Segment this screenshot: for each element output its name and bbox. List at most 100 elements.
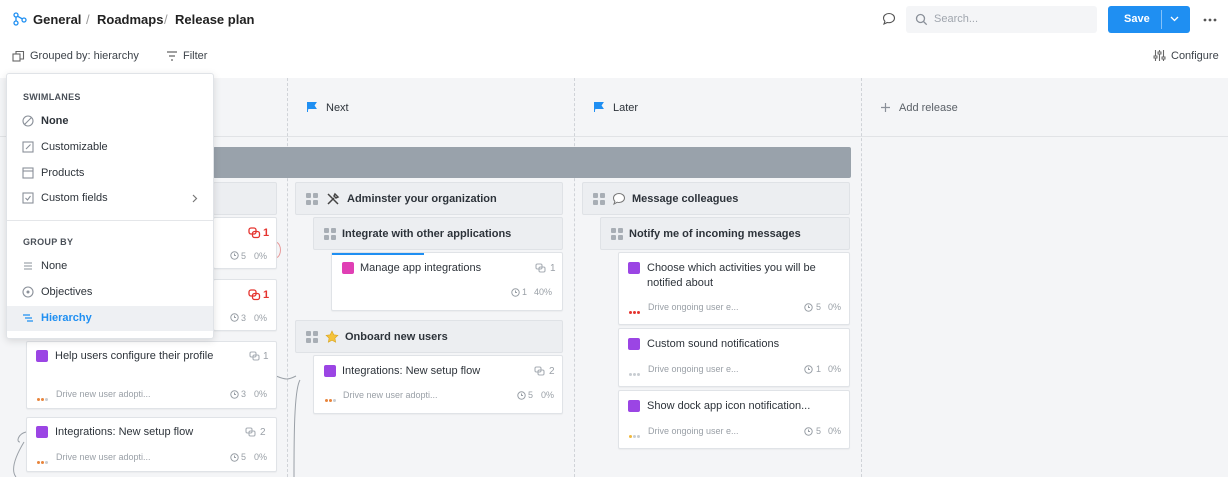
clock-icon bbox=[511, 288, 520, 297]
swimlane-option-custom-fields[interactable]: Custom fields bbox=[7, 186, 213, 211]
more-options-icon[interactable] bbox=[1203, 18, 1217, 22]
time-estimate: 3 bbox=[241, 389, 247, 399]
comment-icon[interactable] bbox=[882, 12, 896, 26]
progress-percent: 0% bbox=[254, 313, 268, 323]
progress-percent: 0% bbox=[828, 364, 842, 374]
option-label: None bbox=[41, 115, 69, 127]
swimlanes-header: SWIMLANES bbox=[23, 92, 81, 102]
search-placeholder: Search... bbox=[934, 13, 979, 25]
feature-title: Message colleagues bbox=[632, 193, 739, 205]
clock-icon bbox=[230, 453, 239, 462]
drag-handle-icon[interactable] bbox=[593, 193, 605, 205]
time-estimate: 3 bbox=[241, 313, 247, 323]
groupby-option-objectives[interactable]: Objectives bbox=[7, 280, 213, 305]
feature-color-swatch bbox=[342, 262, 354, 274]
comment-count: 1 bbox=[550, 263, 556, 274]
flag-icon bbox=[306, 101, 318, 113]
feature-row[interactable]: Adminster your organization bbox=[295, 182, 563, 215]
feature-row[interactable] bbox=[213, 182, 277, 215]
add-release-button[interactable]: Add release bbox=[861, 78, 1228, 137]
objective-label: Drive new user adopti... bbox=[343, 390, 438, 400]
column-title: Later bbox=[613, 102, 639, 114]
column-header-later[interactable]: Later bbox=[574, 78, 861, 137]
feature-card[interactable]: Help users configure their profile 1 Dri… bbox=[26, 341, 277, 409]
flag-icon bbox=[593, 101, 605, 113]
roadmap-icon bbox=[13, 12, 27, 26]
objective-label: Drive ongoing user e... bbox=[648, 302, 739, 312]
feature-row[interactable]: Message colleagues bbox=[582, 182, 850, 215]
feature-row[interactable]: Onboard new users bbox=[295, 320, 563, 353]
feature-card[interactable]: Manage app integrations 1 1 40% bbox=[331, 252, 563, 311]
tools-icon bbox=[326, 192, 340, 206]
groupby-option-none[interactable]: None bbox=[7, 254, 213, 279]
none-icon bbox=[22, 115, 34, 127]
feature-card[interactable]: Choose which activities you will be noti… bbox=[618, 252, 850, 325]
objective-label: Drive new user adopti... bbox=[56, 389, 151, 399]
feature-card[interactable]: 1 5 0% bbox=[213, 217, 277, 269]
sliders-icon bbox=[1153, 49, 1166, 62]
feature-color-swatch bbox=[628, 400, 640, 412]
objective-label: Drive new user adopti... bbox=[56, 452, 151, 462]
breadcrumb-roadmaps[interactable]: Roadmaps bbox=[97, 12, 163, 27]
clock-icon bbox=[230, 251, 239, 260]
card-title: Show dock app icon notification... bbox=[647, 400, 811, 412]
card-title: Manage app integrations bbox=[360, 262, 482, 274]
star-icon bbox=[325, 330, 339, 344]
comment-count: 2 bbox=[549, 366, 555, 377]
option-label: Products bbox=[41, 167, 85, 179]
breadcrumb-general[interactable]: General bbox=[33, 12, 81, 27]
feature-card[interactable]: Integrations: New setup flow 2 Drive new… bbox=[26, 417, 277, 472]
feature-color-swatch bbox=[324, 365, 336, 377]
drag-handle-icon[interactable] bbox=[306, 331, 318, 343]
filter-icon bbox=[166, 50, 178, 62]
card-title: Integrations: New setup flow bbox=[342, 365, 481, 377]
progress-percent: 0% bbox=[828, 302, 842, 312]
progress-percent: 0% bbox=[541, 390, 555, 400]
linked-items-icon bbox=[245, 427, 256, 437]
feature-row[interactable]: Integrate with other applications bbox=[313, 217, 563, 250]
feature-color-swatch bbox=[36, 350, 48, 362]
time-estimate: 5 bbox=[528, 390, 534, 400]
swimlane-option-customizable[interactable]: Customizable bbox=[7, 135, 213, 160]
option-label: Custom fields bbox=[41, 192, 108, 204]
feature-card[interactable]: Custom sound notifications Drive ongoing… bbox=[618, 328, 850, 387]
objective-dots bbox=[325, 393, 337, 405]
objective-dots bbox=[629, 429, 641, 441]
drag-handle-icon[interactable] bbox=[324, 228, 336, 240]
feature-card[interactable]: Show dock app icon notification... Drive… bbox=[618, 390, 850, 449]
clock-icon bbox=[517, 391, 526, 400]
clock-icon bbox=[230, 313, 239, 322]
chevron-down-icon[interactable] bbox=[1170, 16, 1179, 22]
breadcrumb-separator: / bbox=[86, 12, 90, 27]
top-bar: General / Roadmaps / Release plan Search… bbox=[0, 0, 1228, 38]
search-input[interactable]: Search... bbox=[906, 6, 1097, 33]
save-button-divider bbox=[1161, 10, 1162, 29]
swimlane-option-products[interactable]: Products bbox=[7, 161, 213, 186]
time-estimate: 5 bbox=[816, 302, 822, 312]
swimlane-option-none[interactable]: None bbox=[7, 109, 213, 134]
progress-percent: 0% bbox=[254, 452, 268, 462]
menu-divider bbox=[7, 220, 213, 221]
groupby-option-hierarchy[interactable]: Hierarchy bbox=[7, 306, 213, 331]
search-icon bbox=[915, 13, 928, 26]
progress-percent: 0% bbox=[254, 389, 268, 399]
feature-row[interactable]: Notify me of incoming messages bbox=[600, 217, 850, 250]
checkbox-icon bbox=[22, 192, 34, 204]
target-icon bbox=[22, 286, 34, 298]
hierarchy-icon bbox=[22, 312, 34, 324]
comment-count: 1 bbox=[263, 227, 270, 239]
linked-items-icon bbox=[249, 351, 260, 361]
column-title: Next bbox=[326, 102, 349, 114]
feature-card[interactable]: Integrations: New setup flow 2 Drive new… bbox=[313, 355, 563, 414]
column-header-next[interactable]: Next bbox=[287, 78, 574, 137]
feature-color-swatch bbox=[36, 426, 48, 438]
drag-handle-icon[interactable] bbox=[306, 193, 318, 205]
objective-label: Drive ongoing user e... bbox=[648, 364, 739, 374]
drag-handle-icon[interactable] bbox=[611, 228, 623, 240]
feature-title: Notify me of incoming messages bbox=[629, 228, 801, 240]
group-by-header: GROUP BY bbox=[23, 237, 74, 247]
objective-label: Drive ongoing user e... bbox=[648, 426, 739, 436]
feature-title: Adminster your organization bbox=[347, 193, 497, 205]
feature-card[interactable]: 1 3 0% bbox=[213, 279, 277, 331]
save-button[interactable]: Save bbox=[1108, 6, 1190, 33]
